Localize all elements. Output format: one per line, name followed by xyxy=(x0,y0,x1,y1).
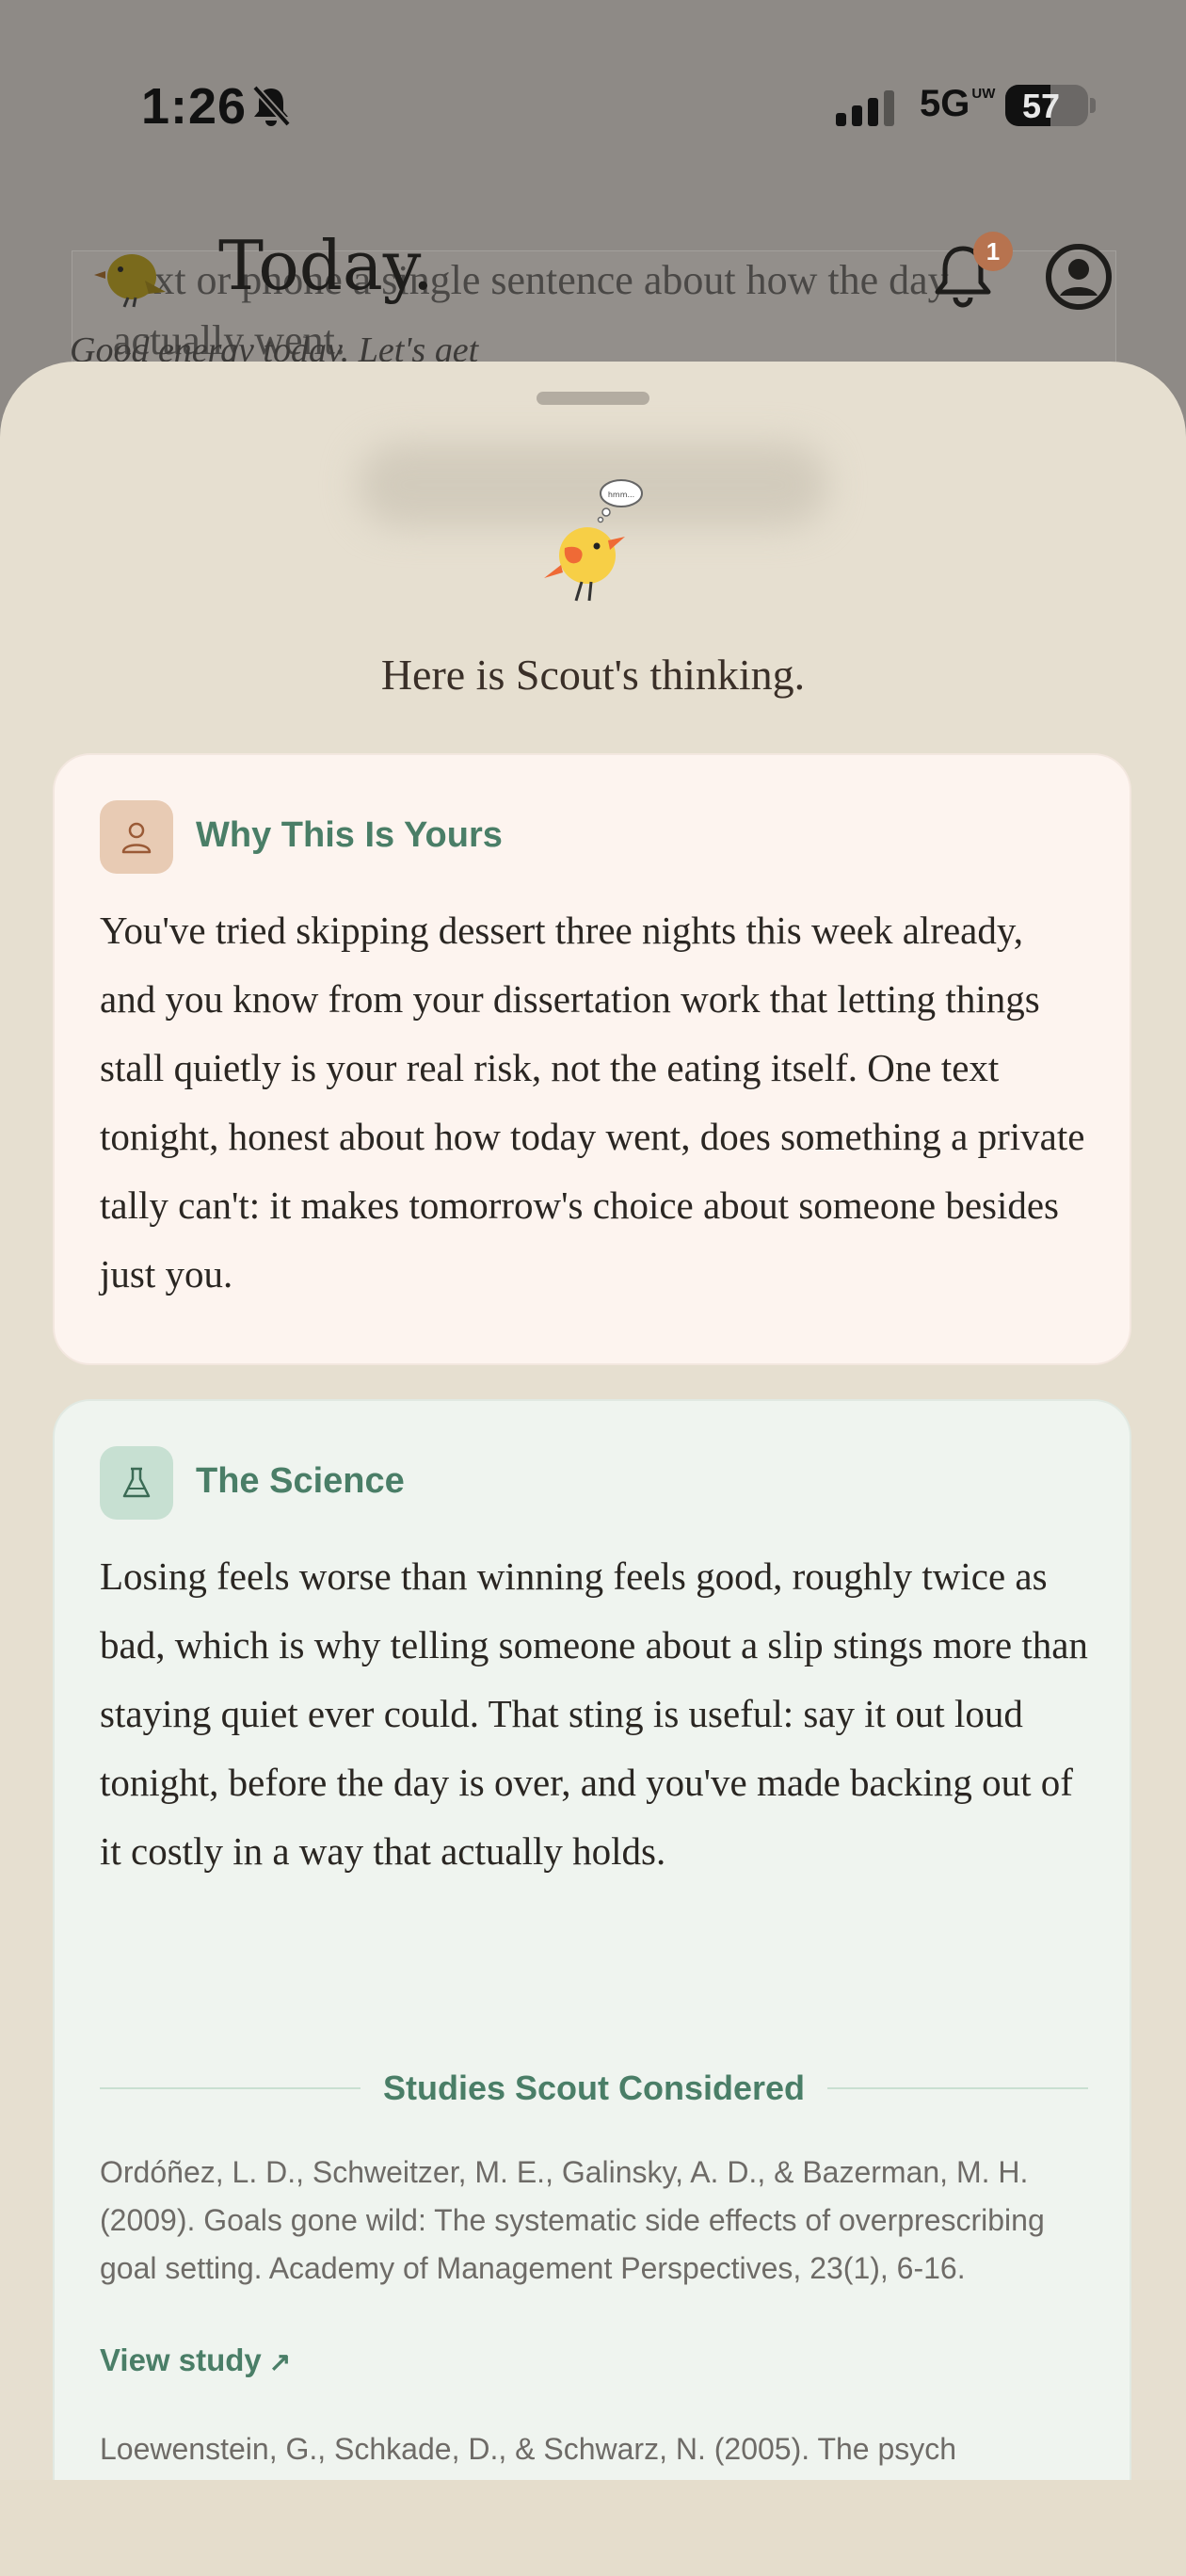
scout-bird-icon: hmm... xyxy=(538,475,651,620)
why-card-title: Why This Is Yours xyxy=(196,815,503,855)
divider xyxy=(100,2087,361,2089)
sheet-heading: Here is Scout's thinking. xyxy=(380,651,806,699)
studies-heading: Studies Scout Considered xyxy=(100,2060,1089,2117)
science-card-title: The Science xyxy=(196,1461,405,1501)
battery-indicator: 57 xyxy=(1005,85,1088,126)
scout-thinking-sheet: hmm... Here is Scout's thinking. Why Thi… xyxy=(0,362,1186,2576)
arrow-up-right-icon: ↗ xyxy=(268,2347,292,2376)
account-circle-icon[interactable] xyxy=(1045,243,1113,315)
network-indicator: 5G UW xyxy=(920,83,996,124)
sheet-drag-handle[interactable] xyxy=(537,392,649,405)
sheet-bottom-bar xyxy=(0,2480,1186,2576)
why-this-is-yours-card: Why This Is Yours You've tried skipping … xyxy=(53,753,1131,1365)
why-card-body: You've tried skipping dessert three nigh… xyxy=(100,909,1085,1296)
view-study-link[interactable]: View study ↗ xyxy=(100,2343,291,2378)
study-citation: Ordóñez, L. D., Schweitzer, M. E., Galin… xyxy=(100,2155,1045,2285)
bell-slash-icon xyxy=(250,85,292,133)
study-citation: Loewenstein, G., Schkade, D., & Schwarz,… xyxy=(100,2432,957,2466)
bird-logo-icon xyxy=(92,243,168,314)
battery-tip xyxy=(1090,98,1096,113)
bird-thought-bubble: hmm... xyxy=(608,491,634,499)
status-time: 1:26 xyxy=(141,78,248,135)
divider xyxy=(827,2087,1089,2089)
status-bar: 1:26 5G UW 57 xyxy=(0,0,1186,188)
science-card-body: Losing feels worse than winning feels go… xyxy=(100,1554,1088,1873)
notification-badge: 1 xyxy=(973,232,1013,271)
flask-icon xyxy=(100,1446,173,1520)
signal-icon xyxy=(836,90,894,126)
page-title: Today. xyxy=(218,226,434,305)
person-icon xyxy=(100,800,173,874)
studies-heading-label: Studies Scout Considered xyxy=(382,2069,806,2107)
science-card: The Science Losing feels worse than winn… xyxy=(53,1399,1131,2576)
battery-level: 57 xyxy=(1022,87,1061,125)
view-study-label: View study xyxy=(100,2343,262,2377)
